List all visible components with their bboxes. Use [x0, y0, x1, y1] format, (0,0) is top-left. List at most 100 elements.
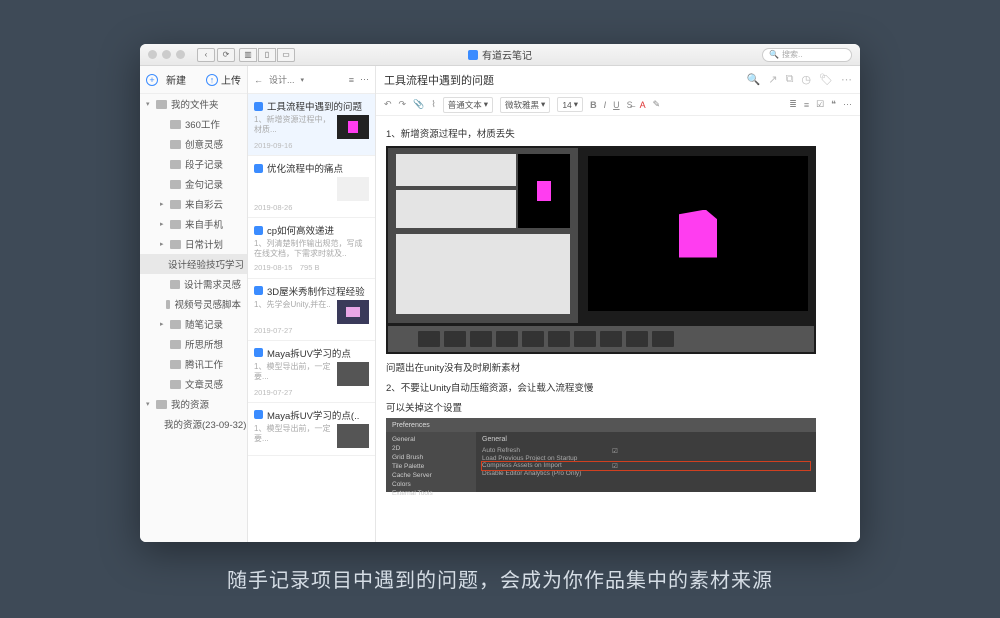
folder-item[interactable]: 腾讯工作 — [140, 354, 247, 374]
folder-icon — [170, 380, 181, 389]
more-icon[interactable]: ⋯ — [360, 74, 369, 85]
redo-button[interactable]: ↷ — [399, 99, 407, 110]
folder-sidebar: + 新建 ↑ 上传 ▾ 我的文件夹 360工作创意灵感段子记录金句记录▸来自彩云… — [140, 66, 248, 542]
folder-icon — [170, 140, 181, 149]
folder-icon — [170, 320, 181, 329]
note-icon — [254, 102, 263, 111]
view-toggle-icon[interactable]: ≡ — [349, 75, 354, 85]
folder-icon — [166, 300, 170, 309]
folder-item[interactable]: 设计需求灵感 — [140, 274, 247, 294]
view-col1-button[interactable]: ▥ — [239, 48, 257, 62]
titlebar: ‹ ⟳ ▥ ▯ ▭ 有道云笔记 🔍 搜索.. — [140, 44, 860, 66]
tag-icon[interactable]: 🏷 — [819, 73, 833, 86]
window-title: 有道云笔记 — [468, 47, 532, 62]
minimize-icon[interactable] — [162, 50, 171, 59]
note-icon — [254, 286, 263, 295]
upload-button[interactable]: ↑ — [206, 74, 218, 86]
note-title-input[interactable]: 工具流程中遇到的问题 — [384, 72, 747, 88]
note-list: ← 设计... ▾ ≡ ⋯ 工具流程中遇到的问题1、新增资源过程中，材质...2… — [248, 66, 376, 542]
folder-item[interactable]: ▸来自手机 — [140, 214, 247, 234]
folder-icon — [170, 360, 181, 369]
folder-icon — [170, 240, 181, 249]
format-select[interactable]: 普通文本 ▾ — [443, 97, 493, 113]
note-icon — [254, 164, 263, 173]
folder-icon — [170, 160, 181, 169]
zoom-icon[interactable] — [176, 50, 185, 59]
new-button[interactable]: + — [146, 74, 158, 86]
note-list-header: ← 设计... ▾ ≡ ⋯ — [248, 66, 375, 94]
folder-icon — [156, 100, 167, 109]
folder-item[interactable]: ▸来自彩云 — [140, 194, 247, 214]
back-icon[interactable]: ← — [254, 75, 263, 85]
share-icon[interactable]: ↗ — [768, 73, 777, 86]
view-col3-button[interactable]: ▭ — [277, 48, 295, 62]
editor-actions: 🔍 ↗ ⧉ ◷ 🏷 ⋯ — [747, 73, 852, 86]
app-logo-icon — [468, 50, 478, 60]
undo-button[interactable]: ↶ — [384, 99, 392, 110]
close-icon[interactable] — [148, 50, 157, 59]
checklist-button[interactable]: ☑ — [816, 99, 824, 110]
quote-button[interactable]: ❝ — [831, 99, 836, 110]
traffic-lights — [148, 50, 185, 59]
editor-pane: 工具流程中遇到的问题 🔍 ↗ ⧉ ◷ 🏷 ⋯ ↶ ↷ 📎 ⌇ 普通文本 — [376, 66, 860, 542]
clock-icon[interactable]: ◷ — [801, 73, 811, 86]
sort-dropdown[interactable]: 设计... — [269, 73, 295, 86]
more-icon[interactable]: ⋯ — [841, 73, 852, 86]
folder-icon — [156, 400, 167, 409]
size-select[interactable]: 14 ▾ — [557, 97, 583, 112]
note-item[interactable]: 3D屋米秀制作过程经验1、先学会Unity,并在..2019-07-27 — [248, 279, 375, 341]
screenshot-1 — [386, 146, 816, 354]
folder-root[interactable]: ▾ 我的文件夹 — [140, 94, 247, 114]
folder-item[interactable]: 所思所想 — [140, 334, 247, 354]
folder-item[interactable]: 金句记录 — [140, 174, 247, 194]
folder-item[interactable]: 文章灵感 — [140, 374, 247, 394]
note-item[interactable]: 工具流程中遇到的问题1、新增资源过程中，材质...2019-09-16 — [248, 94, 375, 156]
more-format-icon[interactable]: ⋯ — [843, 99, 852, 110]
folder-icon — [170, 340, 181, 349]
list-ul-button[interactable]: ≣ — [789, 99, 797, 110]
attach-icon[interactable]: 📎 — [413, 99, 424, 110]
search-input[interactable]: 🔍 搜索.. — [762, 48, 852, 62]
bold-button[interactable]: B — [590, 100, 597, 110]
folder-item[interactable]: 设计经验技巧学习 — [140, 254, 247, 274]
note-icon — [254, 410, 263, 419]
note-item[interactable]: Maya拆UV学习的点(..1、模型导出前，一定要... — [248, 403, 375, 456]
font-color-button[interactable]: A — [640, 100, 646, 110]
editor-toolbar: ↶ ↷ 📎 ⌇ 普通文本 ▾ 微软雅黑 ▾ 14 ▾ B I U S̶ A ✎ … — [376, 94, 860, 116]
font-select[interactable]: 微软雅黑 ▾ — [500, 97, 550, 113]
editor-body[interactable]: 1、新增资源过程中，材质丢失 问题出在unity没有及时 — [376, 116, 860, 542]
folder-item[interactable]: ▸日常计划 — [140, 234, 247, 254]
underline-button[interactable]: U — [613, 100, 620, 110]
search-icon: 🔍 — [769, 50, 779, 59]
folder-item[interactable]: 我的资源(23-09-32) — [140, 414, 247, 434]
folder-item[interactable]: 创意灵感 — [140, 134, 247, 154]
folder-icon — [170, 180, 181, 189]
highlight-button[interactable]: ✎ — [653, 99, 661, 110]
note-item[interactable]: cp如何高效递进1、列清楚制作输出规范，写成在线文档，下需求时就及..2019-… — [248, 218, 375, 279]
view-col2-button[interactable]: ▯ — [258, 48, 276, 62]
chevron-down-icon: ▾ — [301, 76, 305, 84]
folder-item[interactable]: 360工作 — [140, 114, 247, 134]
folder-icon — [170, 200, 181, 209]
search-note-icon[interactable]: 🔍 — [747, 73, 761, 86]
folder-icon — [170, 220, 181, 229]
note-icon — [254, 348, 263, 357]
folder-icon — [170, 120, 181, 129]
folder-item[interactable]: ▸随笔记录 — [140, 314, 247, 334]
nav-back-button[interactable]: ‹ — [197, 48, 215, 62]
nav-refresh-button[interactable]: ⟳ — [217, 48, 235, 62]
paragraph: 问题出在unity没有及时刷新素材 — [386, 360, 850, 374]
italic-button[interactable]: I — [604, 100, 607, 110]
sidebar-toolbar: + 新建 ↑ 上传 — [140, 66, 247, 94]
folder-item[interactable]: 段子记录 — [140, 154, 247, 174]
note-item[interactable]: Maya拆UV学习的点1、模型导出前，一定要...2019-07-27 — [248, 341, 375, 403]
brush-icon[interactable]: ⌇ — [431, 99, 435, 110]
list-ol-button[interactable]: ≡ — [804, 100, 809, 110]
copy-icon[interactable]: ⧉ — [786, 73, 794, 86]
paragraph: 1、新增资源过程中，材质丢失 — [386, 126, 850, 140]
app-window: ‹ ⟳ ▥ ▯ ▭ 有道云笔记 🔍 搜索.. — [140, 44, 860, 542]
strike-button[interactable]: S̶ — [627, 100, 633, 110]
note-item[interactable]: 优化流程中的痛点2019-08-26 — [248, 156, 375, 218]
folder-resources[interactable]: ▾ 我的资源 — [140, 394, 247, 414]
folder-item[interactable]: 视频号灵感脚本 — [140, 294, 247, 314]
